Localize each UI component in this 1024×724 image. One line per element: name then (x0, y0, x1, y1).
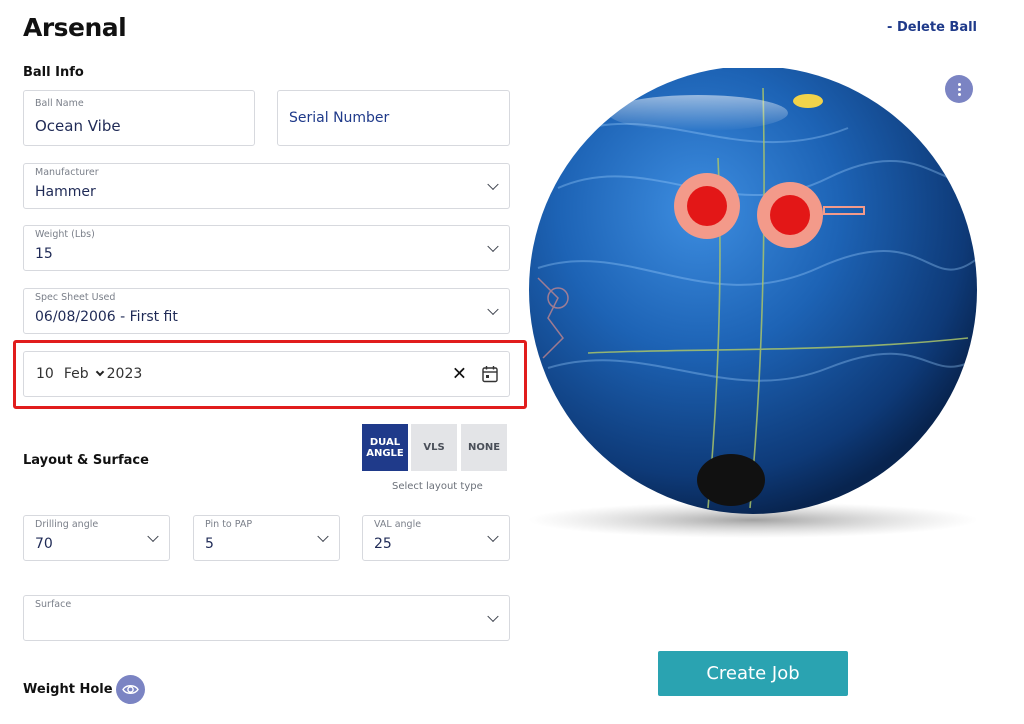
serial-number-placeholder: Serial Number (289, 110, 390, 126)
drilling-angle-select[interactable]: Drilling angle 70 (23, 515, 170, 561)
ball-name-field[interactable]: Ball Name Ocean Vibe (23, 90, 255, 146)
chevron-down-icon (147, 530, 159, 543)
ball-info-heading: Ball Info (23, 65, 84, 80)
more-options-icon[interactable] (945, 75, 973, 103)
ball-name-value: Ocean Vibe (35, 117, 121, 135)
manufacturer-select[interactable]: Manufacturer Hammer (23, 163, 510, 209)
manufacturer-value: Hammer (35, 184, 96, 200)
weight-hole-heading: Weight Hole (23, 682, 113, 697)
create-job-button[interactable]: Create Job (658, 651, 848, 696)
chevron-down-icon (317, 530, 329, 543)
page-title: Arsenal (23, 13, 127, 42)
eye-icon[interactable] (116, 675, 145, 704)
clear-date-icon[interactable]: ✕ (452, 364, 467, 385)
spec-sheet-select[interactable]: Spec Sheet Used 06/08/2006 - First fit (23, 288, 510, 334)
chevron-down-icon (487, 240, 499, 253)
weight-value: 15 (35, 246, 53, 262)
weight-select[interactable]: Weight (Lbs) 15 (23, 225, 510, 271)
date-picker-field[interactable]: 10 Feb 2023 ✕ (23, 351, 510, 397)
weight-label: Weight (Lbs) (35, 229, 95, 240)
chevron-down-icon (487, 303, 499, 316)
drilling-angle-value: 70 (35, 536, 53, 552)
chevron-down-icon (487, 610, 499, 623)
chevron-down-icon (487, 530, 499, 543)
pin-to-pap-label: Pin to PAP (205, 519, 253, 530)
chevron-down-icon[interactable] (95, 367, 104, 377)
surface-label: Surface (35, 599, 72, 610)
drilling-angle-label: Drilling angle (35, 519, 99, 530)
delete-ball-link[interactable]: - Delete Ball (887, 20, 977, 35)
ball-name-label: Ball Name (35, 98, 84, 109)
date-day[interactable]: 10 (36, 366, 54, 382)
date-month-select[interactable]: Feb (64, 366, 89, 382)
serial-number-field[interactable]: Serial Number (277, 90, 510, 146)
bowling-ball-image (528, 68, 978, 538)
manufacturer-label: Manufacturer (35, 167, 99, 178)
layout-type-dual-angle[interactable]: DUAL ANGLE (362, 424, 408, 471)
date-year[interactable]: 2023 (107, 366, 143, 382)
calendar-icon[interactable] (482, 366, 498, 383)
spec-sheet-value: 06/08/2006 - First fit (35, 309, 178, 325)
val-angle-label: VAL angle (374, 519, 422, 530)
layout-type-vls[interactable]: VLS (411, 424, 457, 471)
val-angle-value: 25 (374, 536, 392, 552)
pin-to-pap-value: 5 (205, 536, 214, 552)
layout-type-hint: Select layout type (392, 481, 483, 492)
val-angle-select[interactable]: VAL angle 25 (362, 515, 510, 561)
surface-select[interactable]: Surface (23, 595, 510, 641)
spec-sheet-label: Spec Sheet Used (35, 292, 116, 303)
pin-to-pap-select[interactable]: Pin to PAP 5 (193, 515, 340, 561)
layout-type-none[interactable]: NONE (461, 424, 507, 471)
layout-surface-heading: Layout & Surface (23, 453, 149, 468)
chevron-down-icon (487, 178, 499, 191)
